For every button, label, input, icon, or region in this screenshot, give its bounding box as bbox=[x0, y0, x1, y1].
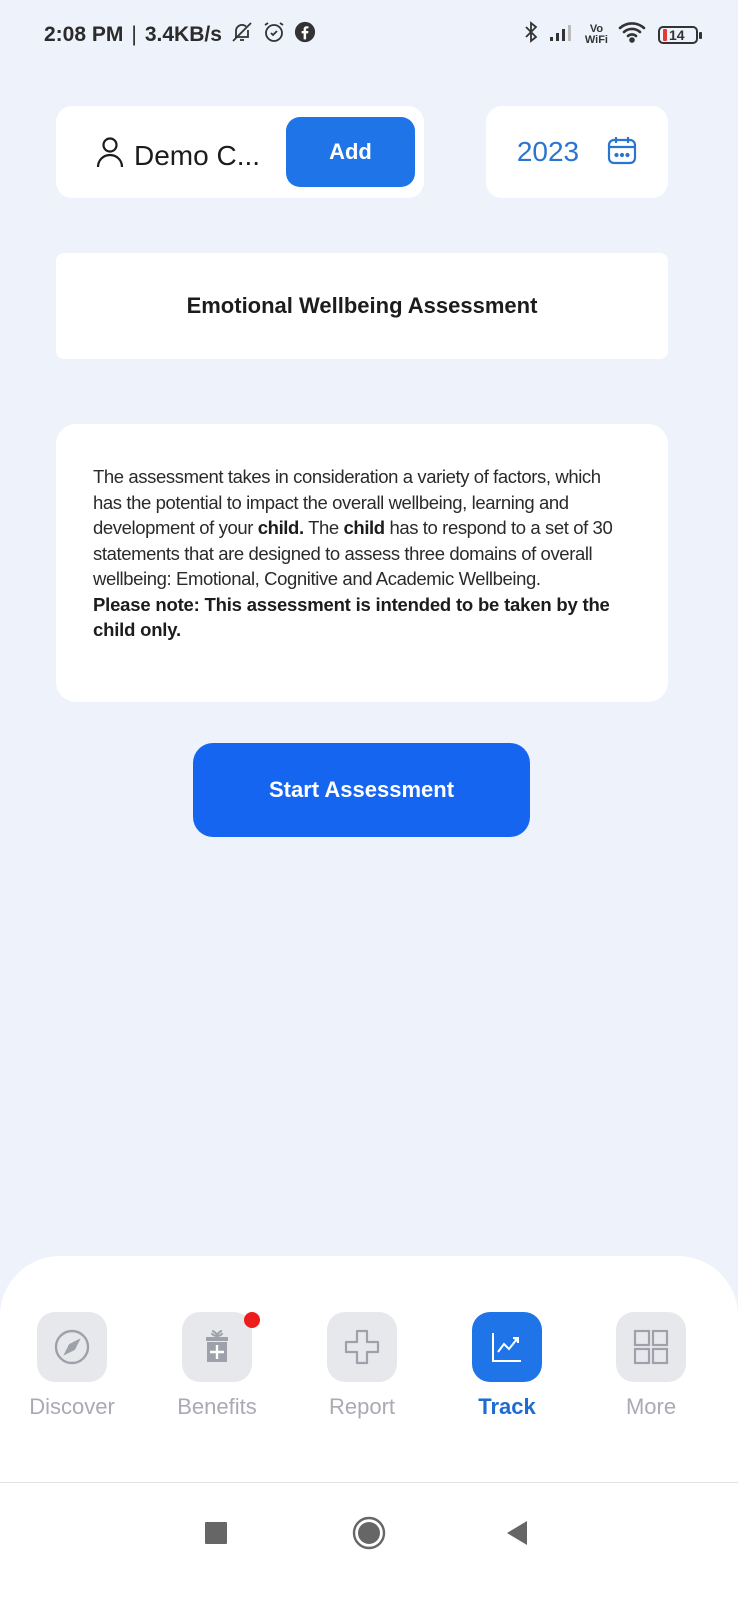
nav-label: Benefits bbox=[177, 1394, 257, 1419]
nav-label: Discover bbox=[29, 1394, 115, 1419]
home-button[interactable] bbox=[349, 1513, 389, 1553]
calendar-icon[interactable] bbox=[607, 135, 637, 170]
chart-trend-icon bbox=[472, 1312, 542, 1382]
battery-icon: 14 bbox=[658, 25, 702, 44]
status-bar: 2:08 PM | 3.4KB/s Vo WiFi 14 bbox=[0, 0, 738, 70]
battery-level: 14 bbox=[669, 26, 685, 43]
status-separator: | bbox=[131, 23, 137, 46]
assessment-description-card: The assessment takes in consideration a … bbox=[56, 424, 668, 702]
wifi-icon bbox=[618, 21, 648, 48]
user-icon bbox=[96, 136, 124, 175]
nav-label: Report bbox=[328, 1394, 396, 1419]
profile-selector[interactable]: Demo C... bbox=[96, 136, 260, 175]
recents-button[interactable] bbox=[196, 1513, 236, 1553]
desc-bold-child: child bbox=[343, 517, 386, 538]
vowifi-icon: Vo WiFi bbox=[584, 22, 608, 46]
medical-cross-icon bbox=[327, 1312, 397, 1382]
assessment-title-card: Emotional Wellbeing Assessment bbox=[56, 253, 668, 359]
year-selector[interactable]: 2023 bbox=[486, 106, 668, 198]
add-profile-button[interactable]: Add bbox=[286, 117, 415, 187]
square-icon bbox=[205, 1522, 227, 1544]
bottom-navigation: Discover Benefits Report Track More bbox=[0, 1256, 738, 1482]
start-assessment-button[interactable]: Start Assessment bbox=[193, 743, 530, 837]
nav-item-benefits[interactable]: Benefits bbox=[157, 1312, 277, 1420]
system-navigation-bar bbox=[0, 1482, 738, 1601]
back-triangle-icon bbox=[507, 1521, 527, 1545]
back-button[interactable] bbox=[497, 1513, 537, 1553]
nav-item-more[interactable]: More bbox=[591, 1312, 711, 1420]
signal-icon bbox=[549, 22, 575, 47]
alarm-icon bbox=[262, 20, 286, 50]
desc-text: The bbox=[303, 517, 344, 538]
network-speed: 3.4KB/s bbox=[144, 23, 222, 46]
profile-name: Demo C... bbox=[134, 139, 261, 171]
assessment-title: Emotional Wellbeing Assessment bbox=[186, 293, 538, 318]
nav-item-track[interactable]: Track bbox=[447, 1312, 567, 1420]
status-time: 2:08 PM bbox=[44, 23, 124, 46]
bell-muted-icon bbox=[230, 20, 254, 50]
desc-bold-child: child. bbox=[257, 517, 304, 538]
gift-icon bbox=[182, 1312, 260, 1382]
circle-icon bbox=[352, 1516, 386, 1550]
status-right: Vo WiFi 14 bbox=[523, 20, 702, 49]
profile-card: Demo C... Add bbox=[56, 106, 424, 198]
assessment-note: Please note: This assessment is intended… bbox=[93, 593, 610, 641]
year-value: 2023 bbox=[516, 136, 580, 167]
status-left: 2:08 PM | 3.4KB/s bbox=[44, 20, 316, 50]
battery-level-bar bbox=[663, 28, 667, 41]
nav-item-discover[interactable]: Discover bbox=[12, 1312, 132, 1420]
vowifi-top: Vo bbox=[589, 22, 604, 35]
grid-icon bbox=[616, 1312, 686, 1382]
facebook-icon bbox=[294, 21, 316, 49]
nav-item-report[interactable]: Report bbox=[302, 1312, 422, 1420]
nav-label: More bbox=[625, 1394, 677, 1419]
vowifi-bottom: WiFi bbox=[584, 33, 608, 46]
nav-label: Track bbox=[478, 1394, 536, 1419]
bluetooth-icon bbox=[523, 20, 539, 49]
notification-badge bbox=[244, 1312, 260, 1328]
compass-icon bbox=[37, 1312, 107, 1382]
assessment-description: The assessment takes in consideration a … bbox=[93, 464, 633, 643]
